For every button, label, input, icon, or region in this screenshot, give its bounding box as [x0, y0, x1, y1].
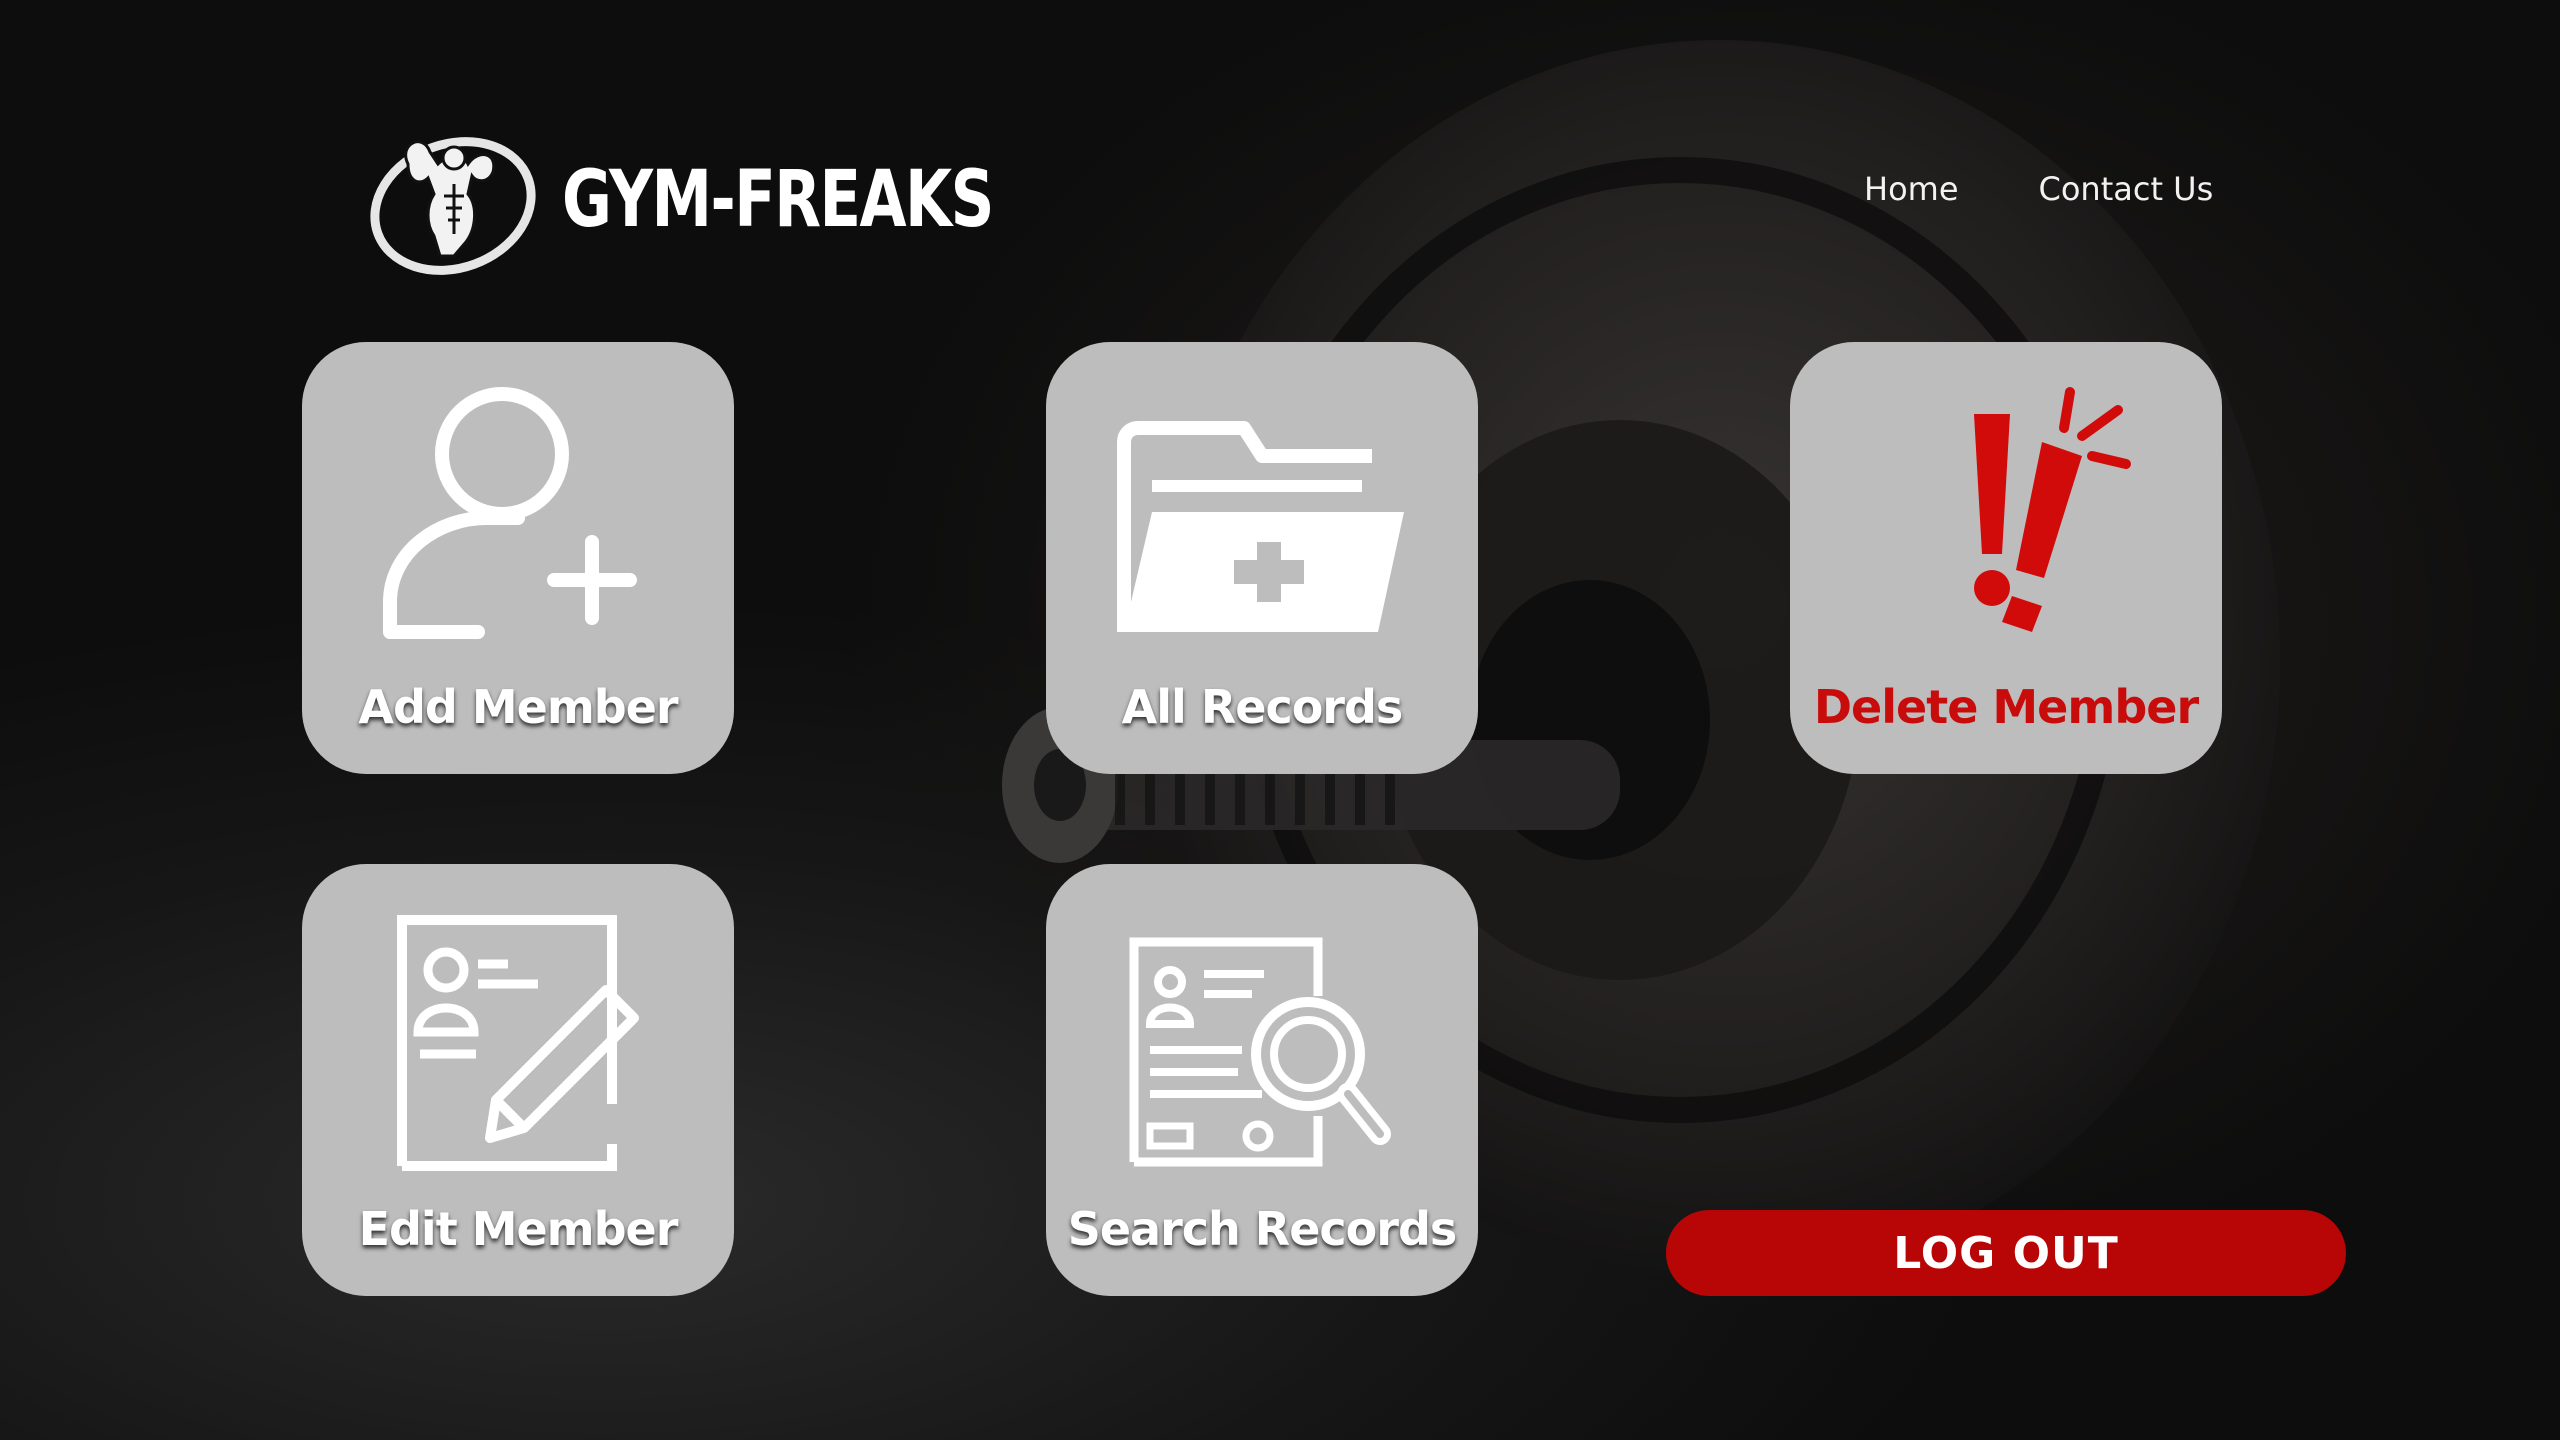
delete-member-label: Delete Member	[1813, 680, 2199, 734]
all-records-tile[interactable]: All Records	[1046, 342, 1478, 774]
dashboard-screen: GYM-FREAKS Home Contact Us Add Member Al…	[0, 0, 2560, 1440]
nav-home-link[interactable]: Home	[1864, 170, 1959, 208]
exclamation-icon	[1974, 387, 2131, 632]
nav-contact-link[interactable]: Contact Us	[2039, 170, 2214, 208]
bodybuilder-logo-icon	[370, 137, 536, 275]
brand: GYM-FREAKS	[368, 124, 1114, 276]
add-member-tile[interactable]: Add Member	[302, 342, 734, 774]
add-user-icon	[383, 387, 637, 639]
document-search-icon	[1129, 937, 1391, 1167]
delete-member-tile[interactable]: Delete Member	[1790, 342, 2222, 774]
edit-document-icon	[397, 915, 639, 1171]
edit-member-label: Edit Member	[358, 1202, 679, 1256]
search-records-tile[interactable]: Search Records	[1046, 864, 1478, 1296]
search-records-label: Search Records	[1067, 1202, 1458, 1256]
top-nav: Home Contact Us	[1864, 170, 2213, 208]
add-member-label: Add Member	[358, 680, 678, 734]
logout-button[interactable]: LOG OUT	[1666, 1210, 2346, 1296]
edit-member-tile[interactable]: Edit Member	[302, 864, 734, 1296]
all-records-label: All Records	[1121, 680, 1404, 734]
brand-name: GYM-FREAKS	[562, 155, 994, 245]
folder-plus-icon	[1117, 421, 1404, 632]
